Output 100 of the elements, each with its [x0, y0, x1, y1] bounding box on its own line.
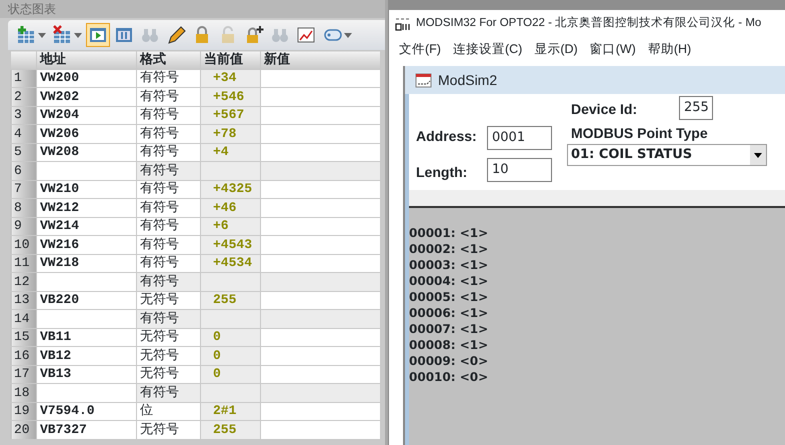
row-number: 7 [10, 180, 36, 198]
table-cell: 有符号 [136, 217, 200, 236]
table-cell: 有符号 [136, 124, 200, 143]
caret-icon [38, 32, 46, 38]
table-cell: 无符号 [136, 346, 200, 365]
row-number: 11 [10, 254, 36, 272]
caret-icon [750, 145, 766, 165]
row-number: 12 [10, 272, 36, 291]
table-cell: 有符号 [136, 310, 200, 328]
device-id-field[interactable]: 255 [679, 96, 713, 120]
table-cell: 有符号 [136, 198, 200, 217]
register-value: 00009: <0> [409, 353, 490, 369]
column-header: 新值 [260, 50, 380, 69]
row-number: 15 [10, 328, 36, 346]
table-cell: VW204 [36, 106, 136, 124]
table-cell: VW210 [36, 180, 136, 198]
column-header: 当前值 [200, 50, 260, 69]
row-number: 4 [10, 124, 36, 143]
document-icon [415, 71, 433, 89]
row-number: 17 [10, 365, 36, 384]
table-cell: +567 [200, 106, 260, 124]
table-cell: 0 [200, 365, 260, 384]
table-cell: VB7327 [36, 420, 136, 439]
point-type-dropdown[interactable]: 01: COIL STATUS [567, 144, 767, 166]
row-number: 19 [10, 402, 36, 420]
table-cell: +546 [200, 88, 260, 106]
table-delete-icon [52, 25, 72, 45]
register-value: 00001: <1> [409, 225, 490, 241]
table-cell: VW206 [36, 124, 136, 143]
window-title: MODSIM32 For OPTO22 - 北京奥普图控制技术有限公司汉化 - Mo [416, 15, 762, 32]
row-number: 1 [10, 69, 36, 88]
table-cell: 有符号 [136, 272, 200, 291]
table-cell: VB13 [36, 365, 136, 384]
chart-icon [296, 25, 316, 45]
table-cell: +4543 [200, 236, 260, 254]
table-cell: 有符号 [136, 236, 200, 254]
header-cell [10, 50, 36, 69]
field-label: MODBUS Point Type [571, 124, 708, 143]
table-cell: 有符号 [136, 88, 200, 106]
table-cell: 2#1 [200, 402, 260, 420]
register-value: 00003: <1> [409, 257, 490, 273]
caret-icon [344, 32, 352, 38]
table-cell: VW208 [36, 143, 136, 162]
table-cell: VW218 [36, 254, 136, 272]
row-number: 6 [10, 162, 36, 180]
row-number: 5 [10, 143, 36, 162]
table-cell: VW214 [36, 217, 136, 236]
table-cell: 有符号 [136, 162, 200, 180]
menu-item[interactable]: 连接设置(C) [446, 40, 528, 58]
register-value: 00010: <0> [409, 369, 490, 385]
register-value: 00008: <1> [409, 337, 490, 353]
column-header: 地址 [36, 50, 136, 69]
pause-icon [114, 25, 134, 45]
row-number: 2 [10, 88, 36, 106]
table-cell: VW216 [36, 236, 136, 254]
table-cell: VB12 [36, 346, 136, 365]
row-number: 20 [10, 420, 36, 439]
table-cell: 有符号 [136, 254, 200, 272]
field-label: Device Id: [571, 100, 638, 119]
row-number: 14 [10, 310, 36, 328]
panel-title: 状态图表 [0, 0, 385, 18]
row-number: 16 [10, 346, 36, 365]
menu-item[interactable]: 窗口(W) [584, 40, 642, 58]
lock-plus-icon [244, 25, 264, 45]
table-cell: 无符号 [136, 291, 200, 310]
table-cell: VB11 [36, 328, 136, 346]
table-cell: +4 [200, 143, 260, 162]
table-cell: VW200 [36, 69, 136, 88]
register-value: 00005: <1> [409, 289, 490, 305]
menu-item[interactable]: 帮助(H) [642, 40, 698, 58]
row-number: 18 [10, 384, 36, 402]
menu-item[interactable]: 文件(F) [393, 40, 447, 58]
table-cell: V7594.0 [36, 402, 136, 420]
table-cell: 255 [200, 420, 260, 439]
table-cell: 0 [200, 328, 260, 346]
table-cell: 有符号 [136, 143, 200, 162]
table-cell: 0 [200, 346, 260, 365]
column-header: 格式 [136, 50, 200, 69]
register-value: 00004: <1> [409, 273, 490, 289]
child-window-title: ModSim2 [438, 70, 498, 90]
table-cell: 无符号 [136, 328, 200, 346]
table-cell: 有符号 [136, 384, 200, 402]
field-label: Address: [416, 127, 477, 146]
dropdown-value: 01: COIL STATUS [571, 146, 692, 164]
row-number: 9 [10, 217, 36, 236]
table-cell: +4325 [200, 180, 260, 198]
table-cell: 有符号 [136, 180, 200, 198]
table-cell: 位 [136, 402, 200, 420]
register-value: 00007: <1> [409, 321, 490, 337]
field-label: Length: [416, 163, 468, 182]
register-value: 00002: <1> [409, 241, 490, 257]
menu-item[interactable]: 显示(D) [528, 40, 584, 58]
length-field[interactable]: 10 [487, 158, 552, 182]
address-field[interactable]: 0001 [487, 126, 552, 150]
table-plus-icon [16, 25, 36, 45]
play-icon [88, 25, 108, 45]
table-cell: 无符号 [136, 365, 200, 384]
pencil-icon [166, 25, 186, 45]
row-number: 8 [10, 198, 36, 217]
row-number: 13 [10, 291, 36, 310]
